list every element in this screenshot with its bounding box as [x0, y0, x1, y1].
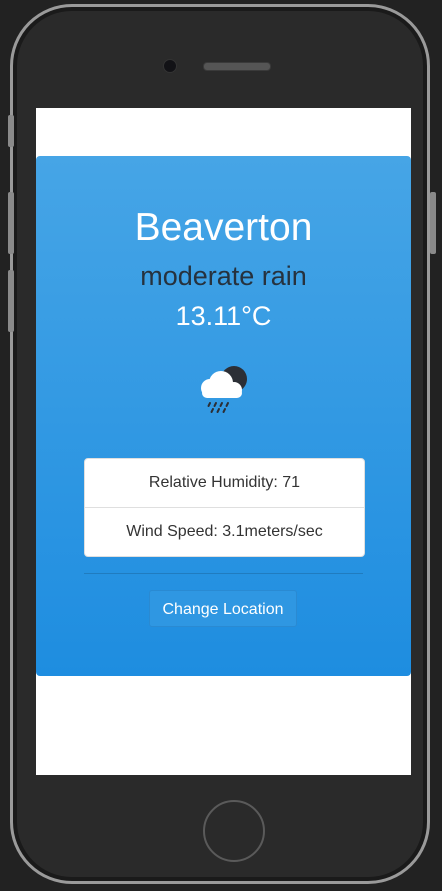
- weather-condition: moderate rain: [140, 261, 307, 291]
- humidity-row: Relative Humidity: 71: [148, 474, 301, 491]
- home-button[interactable]: [203, 800, 265, 862]
- rain-cloud-night-icon: [201, 366, 247, 413]
- weather-details-list: Relative Humidity: 71 Wind Speed: 3.1met…: [84, 458, 365, 557]
- weather-card: Beaverton moderate rain 13.11°C Relative…: [36, 156, 411, 676]
- earpiece-speaker: [203, 62, 271, 71]
- divider: [84, 573, 363, 574]
- city-name: Beaverton: [134, 206, 313, 249]
- front-camera: [163, 59, 177, 73]
- mute-switch: [8, 115, 14, 147]
- power-button: [430, 192, 436, 254]
- screen: Beaverton moderate rain 13.11°C Relative…: [36, 108, 411, 775]
- temperature: 13.11°C: [175, 301, 272, 331]
- volume-up-button: [8, 192, 14, 254]
- volume-down-button: [8, 270, 14, 332]
- wind-speed-row: Wind Speed: 3.1meters/sec: [85, 507, 364, 556]
- change-location-button[interactable]: Change Location: [149, 590, 297, 627]
